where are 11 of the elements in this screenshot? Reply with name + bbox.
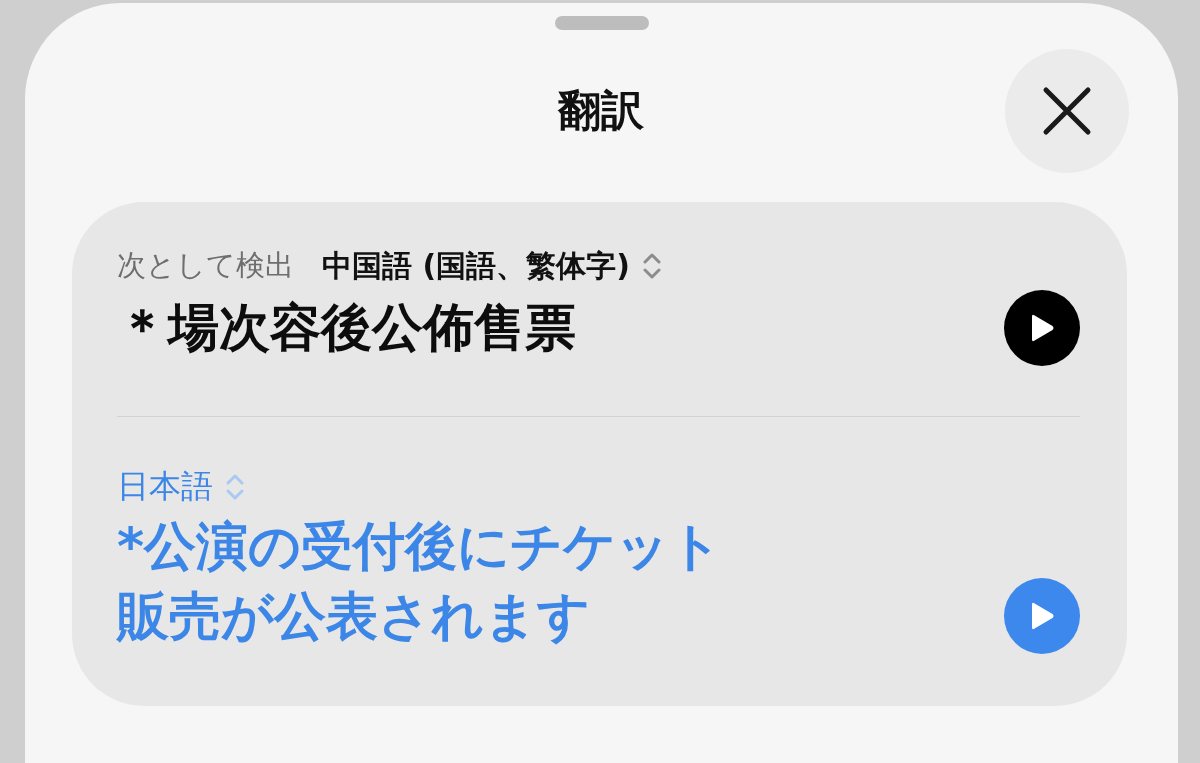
play-icon xyxy=(1029,313,1055,343)
up-down-chevron-icon xyxy=(225,472,245,502)
detected-as-label: 次として検出 xyxy=(117,247,294,284)
close-icon xyxy=(1042,86,1092,136)
sheet-title: 翻訳 xyxy=(557,85,644,137)
translated-text: 販売が公表されます xyxy=(117,585,591,648)
translated-text: *公演の受付後にチケット xyxy=(117,515,723,578)
up-down-chevron-icon xyxy=(641,251,662,281)
play-icon xyxy=(1029,601,1055,631)
source-language-selector[interactable]: 中国語 (国語、繁体字) xyxy=(322,245,630,287)
source-text: ＊場次容後公佈售票 xyxy=(117,298,576,358)
